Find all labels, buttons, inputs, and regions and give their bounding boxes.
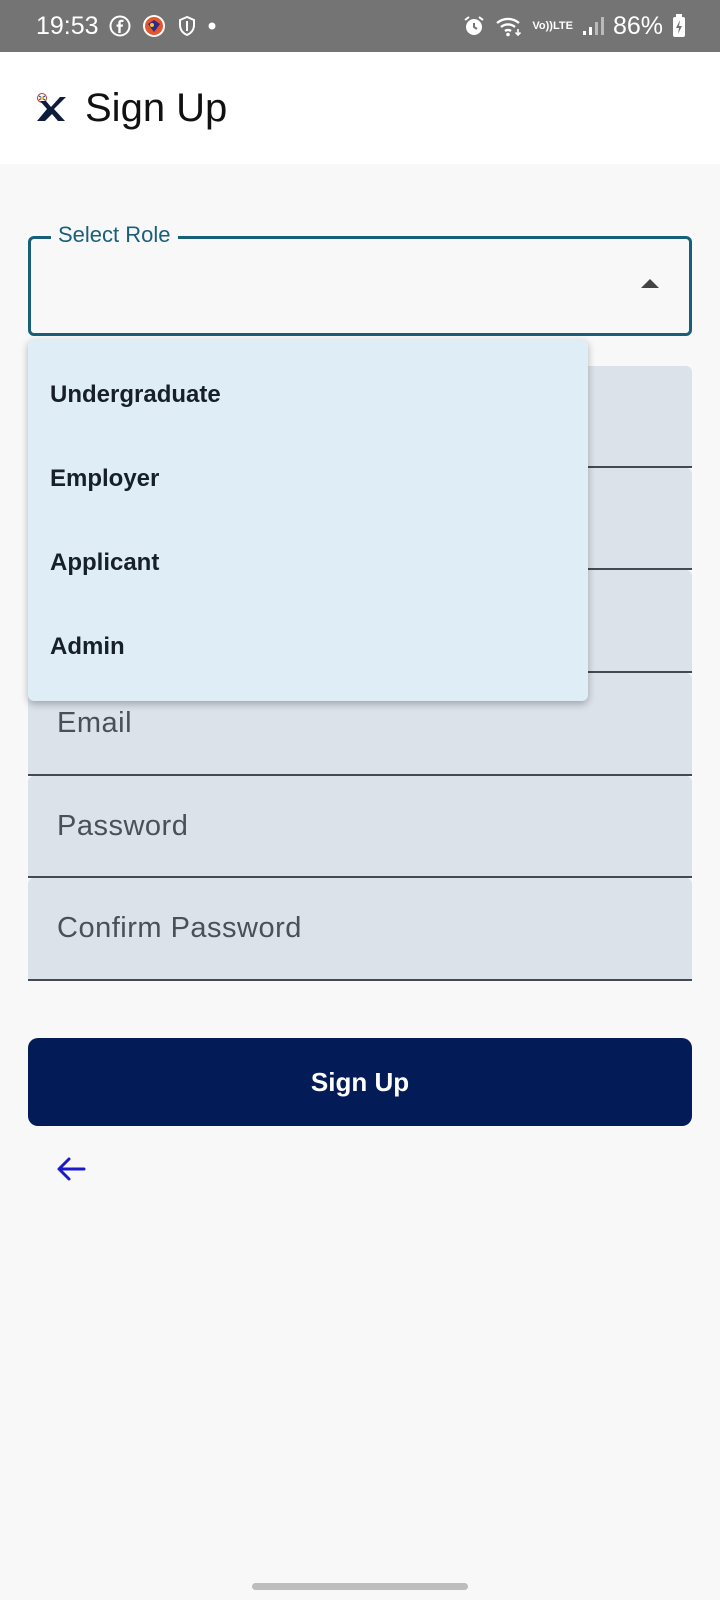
facebook-icon <box>109 15 131 37</box>
shield-icon <box>177 15 197 37</box>
home-indicator[interactable] <box>252 1583 468 1590</box>
battery-percent: 86% <box>612 11 663 40</box>
lte-label: LTE <box>552 19 573 32</box>
role-option-admin[interactable]: Admin <box>50 633 125 661</box>
signup-button[interactable]: Sign Up <box>28 1038 692 1126</box>
role-option-undergraduate[interactable]: Undergraduate <box>50 381 221 409</box>
email-placeholder: Email <box>57 707 133 739</box>
signup-button-label: Sign Up <box>310 1066 410 1097</box>
battery-charging-icon <box>672 14 686 38</box>
app-bar: Sign Up <box>0 52 720 164</box>
dropdown-arrow-up-icon[interactable] <box>641 279 659 288</box>
status-right: Vo)) LTE 86% <box>462 12 686 41</box>
status-time: 19:53 <box>36 11 99 40</box>
volte-label: Vo)) <box>532 19 553 32</box>
page-title: Sign Up <box>85 85 228 130</box>
status-left: 19:53 <box>36 12 217 41</box>
volte-indicator: Vo)) LTE <box>532 19 573 32</box>
app-logo-icon <box>37 93 66 121</box>
back-arrow-icon[interactable] <box>54 1152 88 1186</box>
role-option-applicant[interactable]: Applicant <box>50 549 159 577</box>
signal-icon <box>582 16 604 36</box>
password-field[interactable]: Password <box>28 776 692 878</box>
game-app-icon <box>141 13 167 39</box>
password-placeholder: Password <box>57 810 189 842</box>
role-dropdown-menu: Undergraduate Employer Applicant Admin <box>28 339 588 701</box>
confirm-password-placeholder: Confirm Password <box>57 912 302 944</box>
role-select-label: Select Role <box>51 222 178 248</box>
alarm-icon <box>462 14 486 38</box>
status-bar: 19:53 Vo)) LTE 86% <box>0 0 720 52</box>
notification-dot-icon <box>207 21 217 31</box>
wifi-icon <box>495 15 523 37</box>
confirm-password-field[interactable]: Confirm Password <box>28 878 692 981</box>
role-select[interactable]: Select Role <box>28 222 692 336</box>
role-option-employer[interactable]: Employer <box>50 465 159 493</box>
